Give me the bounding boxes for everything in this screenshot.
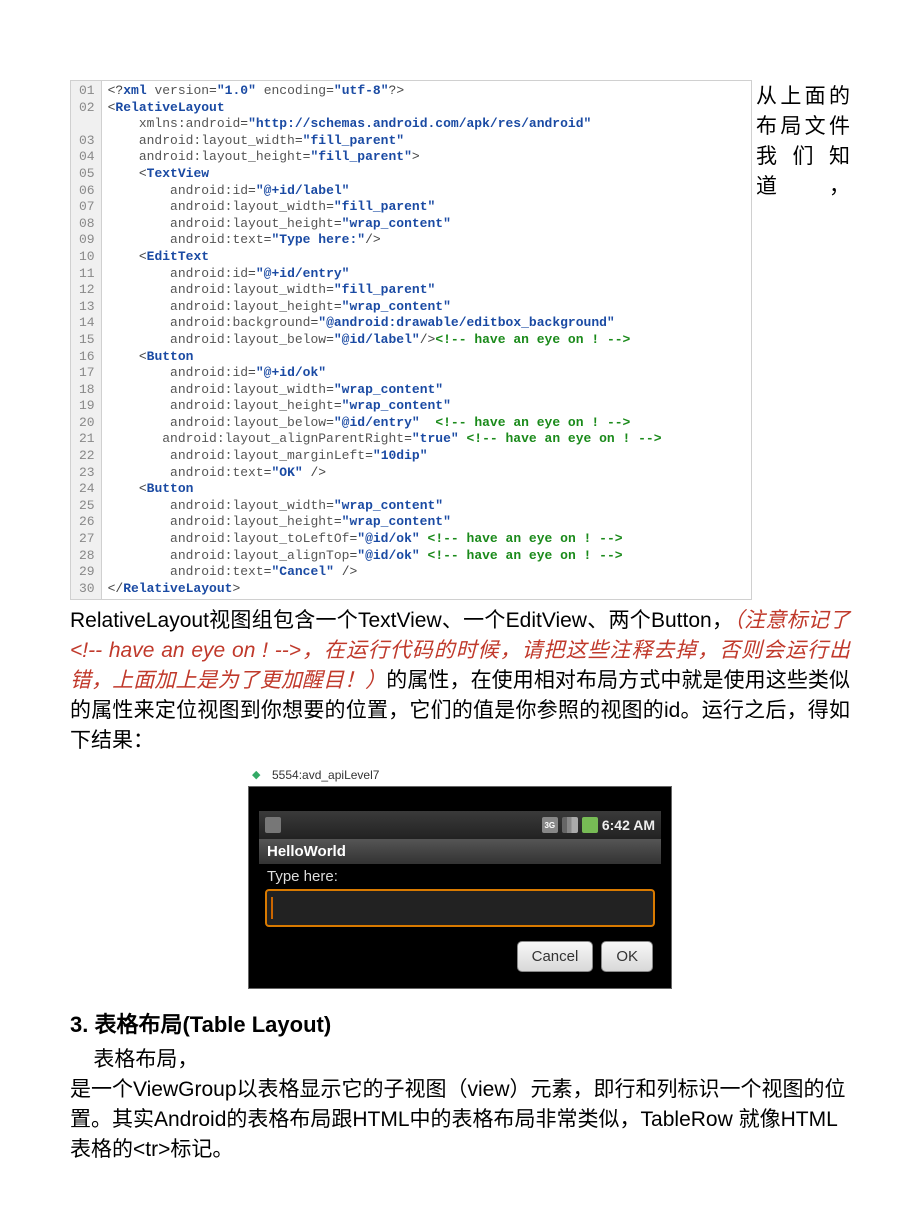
emulator-frame: 3G 6:42 AM HelloWorld Type here: Cancel … [248,786,672,989]
status-bar: 3G 6:42 AM [259,811,661,839]
emulator-window-title: 5554:avd_apiLevel7 [248,764,672,786]
sdcard-icon [265,817,281,833]
code-block: 0102 03040506070809101112131415161718192… [70,80,752,600]
section-heading: 3. 表格布局(Table Layout) [70,1007,850,1039]
cancel-button[interactable]: Cancel [517,941,594,972]
ok-button[interactable]: OK [601,941,653,972]
type-here-label: Type here: [259,864,661,887]
signal-bars-icon [562,817,578,833]
section-indent: 表格布局， [70,1048,198,1071]
text-caret [271,897,273,919]
code-body: <?xml version="1.0" encoding="utf-8"?><R… [102,81,751,599]
emulator-figure: 5554:avd_apiLevel7 3G 6:42 AM HelloWorld… [248,764,672,989]
app-title-bar: HelloWorld [259,839,661,864]
code-gutter: 0102 03040506070809101112131415161718192… [71,81,102,599]
entry-edittext[interactable] [265,889,655,927]
network-3g-icon: 3G [542,817,558,833]
clock-text: 6:42 AM [602,817,655,833]
battery-icon [582,817,598,833]
paragraph-1: 0102 03040506070809101112131415161718192… [70,80,850,754]
section-body-text: 是一个ViewGroup以表格显示它的子视图（view）元素，即行和列标识一个视… [70,1078,846,1161]
section-body: 表格布局， 是一个ViewGroup以表格显示它的子视图（view）元素，即行和… [70,1043,850,1163]
